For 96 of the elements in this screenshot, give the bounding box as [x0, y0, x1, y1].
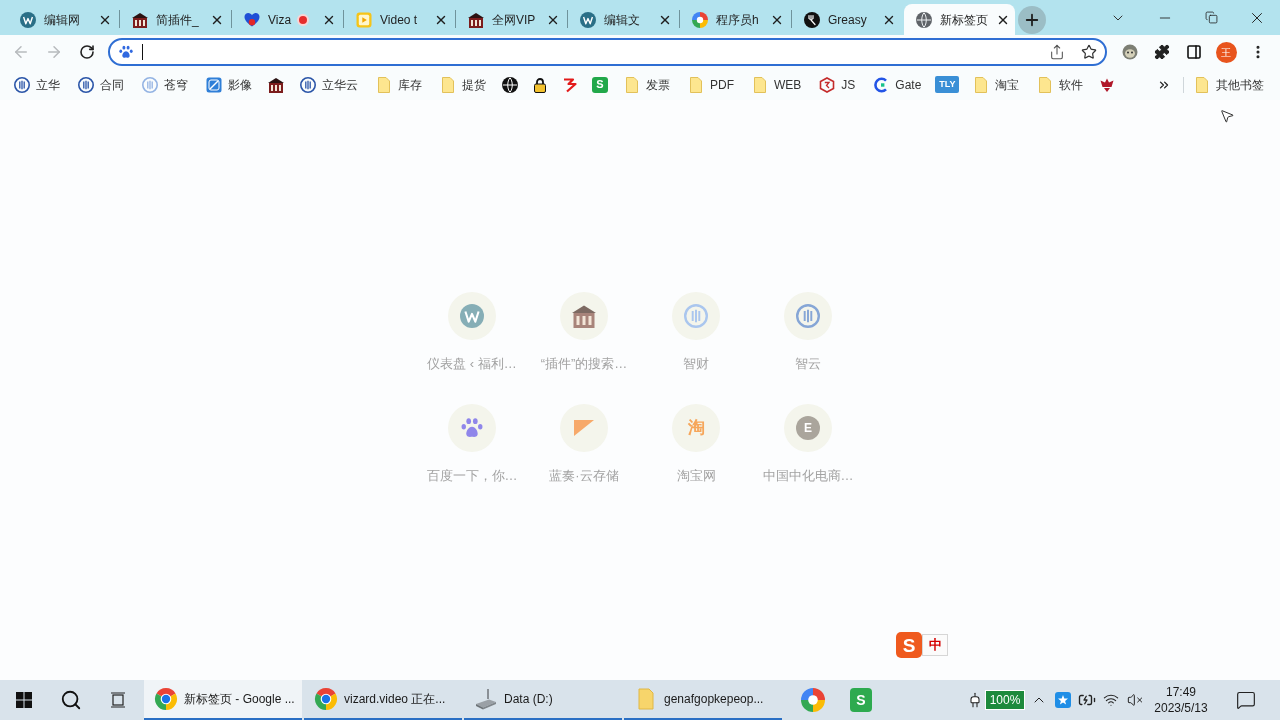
- color-ring-icon: [692, 11, 708, 28]
- speaker-muted-icon[interactable]: [1127, 692, 1143, 708]
- address-bar[interactable]: [108, 38, 1107, 66]
- reload-icon[interactable]: [79, 44, 95, 60]
- bookmark[interactable]: 影像: [198, 71, 260, 98]
- folder-icon: [973, 76, 990, 93]
- c-arc-logo-icon: [873, 76, 890, 93]
- bookmark[interactable]: Gate: [865, 71, 930, 98]
- browser-icon: [314, 687, 338, 711]
- battery-indicator[interactable]: 100%: [985, 690, 1025, 710]
- ime-mode-button[interactable]: 中: [922, 634, 948, 656]
- folder-icon: [1194, 76, 1210, 93]
- fork-circle-icon: [804, 11, 820, 28]
- browser-icon: [154, 687, 178, 711]
- paw-icon: [448, 404, 496, 452]
- building-icon: [268, 76, 284, 93]
- start-icon[interactable]: [16, 692, 32, 708]
- ring-logo-icon: [300, 76, 316, 93]
- share-icon[interactable]: [1049, 44, 1065, 60]
- heart-logo-icon: [244, 11, 260, 28]
- ring-logo-icon: [672, 292, 720, 340]
- clock[interactable]: 17:49 2023/5/13: [1147, 684, 1215, 716]
- taskbar-button[interactable]: 新标签页 - Google ...: [144, 680, 302, 720]
- plug-icon: [967, 691, 983, 709]
- bookmark-folder[interactable]: WEB: [744, 71, 810, 98]
- folder-icon: [376, 76, 392, 93]
- tab[interactable]: Greasy: [792, 4, 903, 35]
- letter-logo: E: [784, 404, 832, 452]
- logo-tile: S: [850, 688, 872, 712]
- hexagon-logo-icon: [819, 76, 836, 93]
- play-tile-icon: [356, 11, 372, 28]
- tab[interactable]: 全网VIP: [456, 4, 567, 35]
- bookmark[interactable]: JS: [811, 71, 864, 98]
- padlock-icon: [532, 76, 548, 93]
- bookmark-folder[interactable]: 软件: [1029, 71, 1092, 98]
- wifi-icon[interactable]: [1103, 692, 1119, 708]
- tab[interactable]: Video t: [344, 4, 455, 35]
- folder-icon: [1037, 76, 1054, 93]
- crown-icon: [1099, 76, 1116, 93]
- taskbar-button[interactable]: vizard.video 正在...: [304, 680, 462, 720]
- text-caret: [142, 44, 143, 60]
- tab[interactable]: 程序员h: [680, 4, 791, 35]
- bookmark[interactable]: 合同: [70, 71, 132, 98]
- mascot-head-icon[interactable]: [1122, 44, 1138, 60]
- bookmark-folder[interactable]: PDF: [680, 71, 742, 98]
- bookmark-folder[interactable]: 发票: [616, 71, 678, 98]
- folder-icon: [624, 76, 640, 93]
- tab[interactable]: Viza: [232, 4, 343, 35]
- puzzle-icon[interactable]: [1154, 44, 1170, 60]
- notification-icon[interactable]: [1236, 690, 1256, 710]
- ring-logo-icon: [78, 76, 94, 93]
- paw-icon: [119, 45, 133, 59]
- color-ring-icon: [801, 688, 825, 712]
- bookmark-folder[interactable]: 库存: [368, 71, 430, 98]
- bookmark[interactable]: 苍穹: [134, 71, 196, 98]
- bookmark-folder[interactable]: 淘宝: [965, 71, 1028, 98]
- search-icon[interactable]: [60, 689, 82, 711]
- tab[interactable]: 新标签页: [904, 4, 1015, 35]
- bookmark[interactable]: 立华云: [292, 71, 366, 98]
- logo-tile: TLY: [935, 76, 960, 93]
- ring-logo-icon: [14, 76, 30, 93]
- ring-logo-icon: [142, 76, 158, 93]
- bookmark[interactable]: 立华: [6, 71, 68, 98]
- bookmark-folder[interactable]: 其他书签: [1186, 71, 1272, 98]
- letter-logo: 淘: [672, 404, 720, 452]
- wedge-logo-icon: [560, 404, 608, 452]
- zigzag-logo-icon: [562, 76, 578, 93]
- star-icon[interactable]: [1081, 44, 1097, 60]
- taskbar-button[interactable]: genafgopkepeop...: [624, 680, 782, 720]
- building-icon: [560, 292, 608, 340]
- slash-tile-icon: [206, 76, 222, 93]
- w-circle-logo-icon: [448, 292, 496, 340]
- building-icon: [468, 11, 484, 28]
- building-icon: [132, 11, 148, 28]
- drive-icon: [474, 687, 498, 711]
- star-tile-icon[interactable]: [1055, 692, 1071, 708]
- folder-icon: [688, 76, 704, 93]
- side-panel-icon[interactable]: [1186, 44, 1202, 60]
- folder-icon: [440, 76, 456, 93]
- tab[interactable]: 编辑文: [568, 4, 679, 35]
- w-circle-logo-icon: [20, 11, 36, 28]
- logo-tile: S: [592, 76, 608, 93]
- tab[interactable]: 编辑网: [8, 4, 119, 35]
- taskbar-button[interactable]: Data (D:): [464, 680, 622, 720]
- new-tab-button[interactable]: [1018, 5, 1046, 34]
- bookmark-folder[interactable]: 提货: [432, 71, 494, 98]
- tab[interactable]: 简插件_: [120, 4, 231, 35]
- mouse-cursor-icon: [1219, 107, 1235, 125]
- globe-icon: [916, 11, 932, 28]
- task-view-icon[interactable]: [110, 692, 126, 708]
- globe-icon: [502, 76, 518, 93]
- restore-icon[interactable]: [1204, 11, 1218, 24]
- profile-avatar[interactable]: 王: [1215, 41, 1237, 63]
- folder-icon: [752, 76, 768, 93]
- ring-logo-icon: [784, 292, 832, 340]
- w-circle-logo-icon: [580, 11, 596, 28]
